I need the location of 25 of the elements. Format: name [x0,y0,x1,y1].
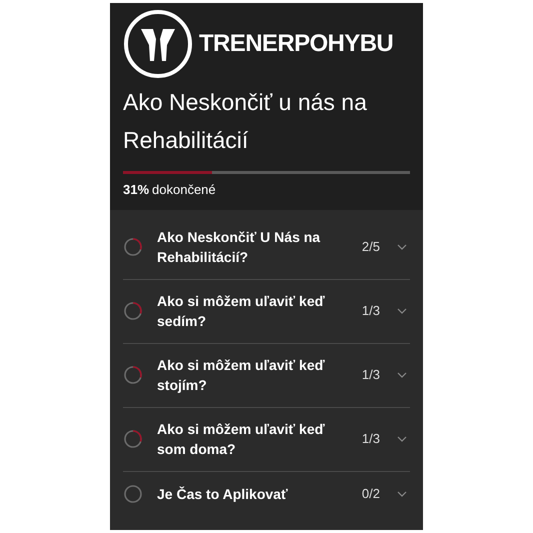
logo-icon [123,9,193,79]
section-title: Ako Neskončiť U Nás na Rehabilitácií? [157,228,322,267]
chevron-icon [397,372,407,378]
chevron-icon [397,308,407,314]
section-count: 0/2 [360,484,380,503]
section-row[interactable]: Ako si môžem uľaviť keď sedím? 1/3 [123,280,410,344]
section-title: Ako si môžem uľaviť keď stojím? [157,356,326,395]
progress-percent: 31% [123,181,150,199]
chevron-icon [397,490,407,496]
section-count: 1/3 [360,366,380,384]
chevron-icon [397,244,407,250]
section-title: Ako si môžem uľaviť keď som doma? [157,420,326,459]
section-row[interactable]: Ako si môžem uľaviť keď stojím? 1/3 [123,344,410,408]
course-title: Ako Neskončiť u nás na Rehabilitácií [123,88,368,155]
brand-name: TRENERPOHYBU [199,29,394,59]
section-row[interactable]: Ako si môžem uľaviť keď som doma? 1/3 [123,408,410,472]
section-title: Ako si môžem uľaviť keď sedím? [157,292,326,331]
chevron-icon [397,436,407,442]
progress-label: dokončené [152,181,216,199]
section-count: 2/5 [360,238,380,256]
section-title: Je Čas to Aplikovať [157,484,289,504]
section-count: 1/3 [360,302,380,320]
section-count: 1/3 [360,430,380,448]
section-row[interactable]: Je Čas to Aplikovať 0/2 [123,472,410,516]
section-row[interactable]: Ako Neskončiť U Nás na Rehabilitácií? 2/5 [123,216,410,280]
